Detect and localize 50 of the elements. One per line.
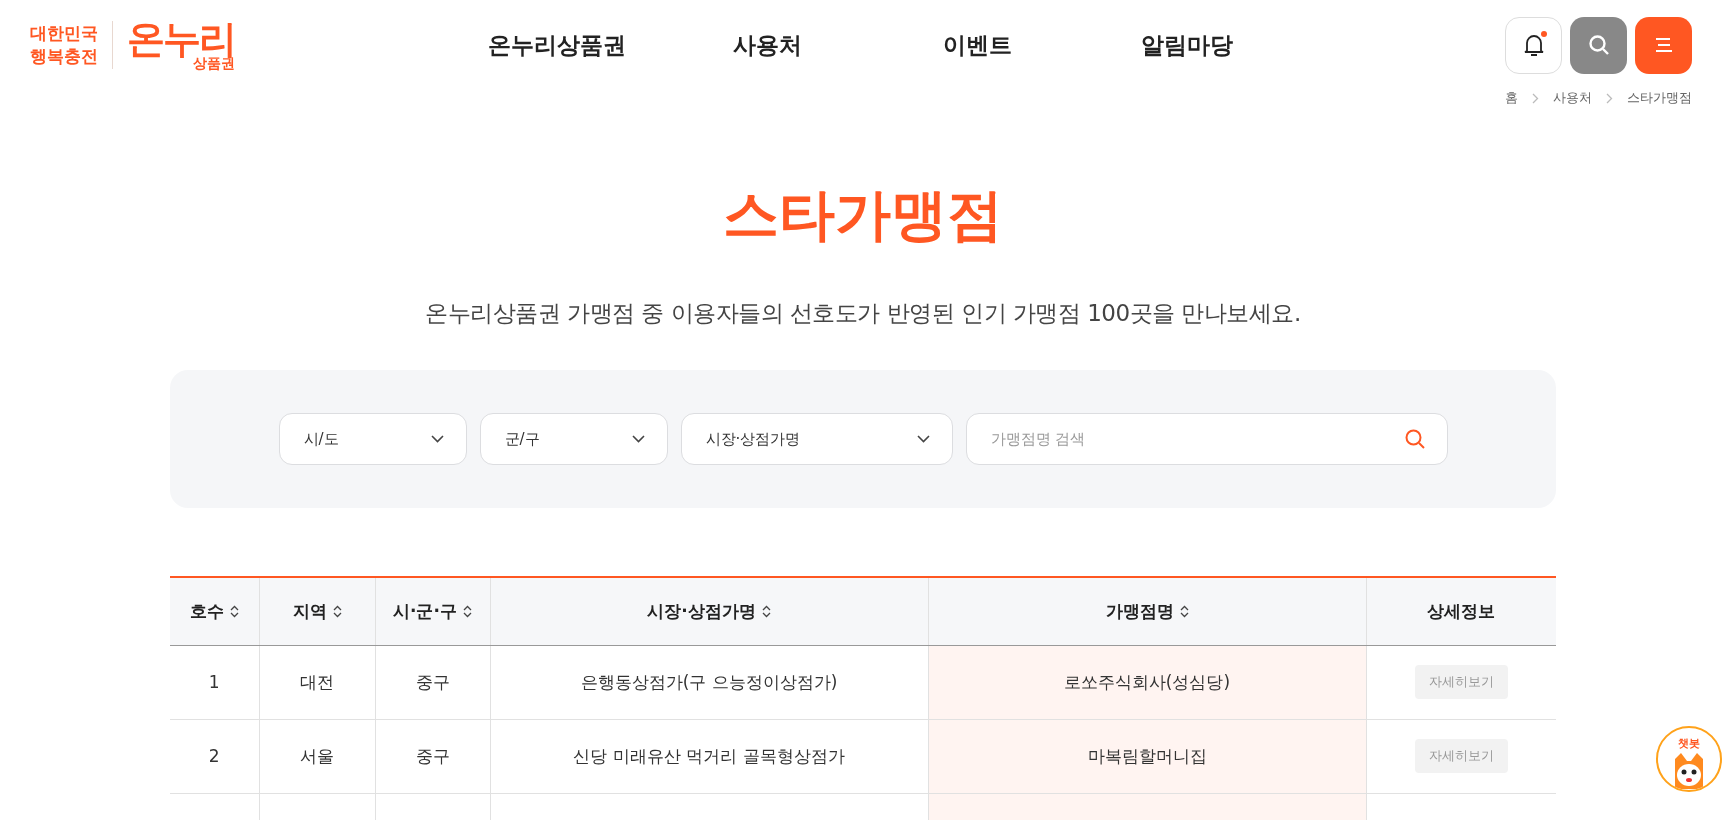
sort-icon[interactable] xyxy=(761,604,771,618)
nav-link[interactable]: 사용처 xyxy=(662,29,872,61)
column-header[interactable]: 가맹점명 xyxy=(928,577,1366,646)
search-button[interactable] xyxy=(1570,16,1627,74)
dropdown-select[interactable]: 시장·상점가명 xyxy=(680,413,953,466)
nav-link[interactable]: 알림마당 xyxy=(1082,29,1292,61)
chevron-down-icon xyxy=(631,435,645,444)
column-header: 상세정보 xyxy=(1366,577,1556,646)
table-cell: 2 xyxy=(170,719,259,794)
table-cell: 중구 xyxy=(375,719,490,794)
notification-button[interactable] xyxy=(1505,16,1562,74)
table-cell: 대전 xyxy=(259,645,375,720)
sort-icon[interactable] xyxy=(229,604,239,618)
page-subtitle: 온누리상품권 가맹점 중 이용자들의 선호도가 반영된 인기 가맹점 100곳을 만나보세요. xyxy=(424,299,1302,329)
brand-name: 온누리 xyxy=(127,20,235,58)
dropdown-select[interactable]: 군/구 xyxy=(479,413,668,466)
slogan-text: 행복충전 xyxy=(30,48,98,65)
bell-icon xyxy=(1523,33,1544,57)
column-header[interactable]: 호수 xyxy=(170,577,259,646)
search-icon xyxy=(1587,34,1610,56)
chevron-right-icon xyxy=(1606,92,1613,104)
sort-icon[interactable] xyxy=(1179,604,1189,618)
table-cell: 신당 미래유산 먹거리 골목형상점가 xyxy=(490,719,928,794)
column-header[interactable]: 시장·상점가명 xyxy=(490,577,928,646)
table-cell: 중구 xyxy=(375,645,490,720)
slogan-text: 대한민국 xyxy=(30,25,98,42)
menu-button[interactable] xyxy=(1635,16,1692,74)
table-cell: 로쏘주식회사(성심당) xyxy=(928,645,1366,720)
table-cell: 은행동상점가(구 으능정이상점가) xyxy=(490,645,928,720)
breadcrumb-link[interactable]: 홈 xyxy=(1505,89,1518,107)
breadcrumb-link[interactable]: 사용처 xyxy=(1553,89,1592,107)
dropdown-select[interactable]: 시/도 xyxy=(278,413,467,466)
column-header[interactable]: 지역 xyxy=(259,577,375,646)
page-title: 스타가맹점 xyxy=(722,181,1004,249)
menu-icon xyxy=(1653,37,1674,53)
sort-icon[interactable] xyxy=(462,604,472,618)
chevron-down-icon xyxy=(430,435,444,444)
chevron-right-icon xyxy=(1532,92,1539,104)
sort-icon[interactable] xyxy=(332,604,342,618)
search-icon[interactable] xyxy=(1403,428,1426,451)
table-cell: 1 xyxy=(170,645,259,720)
nav-link[interactable]: 이벤트 xyxy=(872,29,1082,61)
table-cell: 마복림할머니집 xyxy=(928,719,1366,794)
search-field[interactable]: 가맹점명 검색 xyxy=(965,413,1448,466)
table-cell: 서울 xyxy=(259,719,375,794)
nav-link[interactable]: 온누리상품권 xyxy=(452,29,662,61)
breadcrumb-link[interactable]: 스타가맹점 xyxy=(1627,89,1692,107)
chevron-down-icon xyxy=(916,435,930,444)
column-header[interactable]: 시·군·구 xyxy=(375,577,490,646)
brand-subtitle: 상품권 xyxy=(193,56,235,70)
